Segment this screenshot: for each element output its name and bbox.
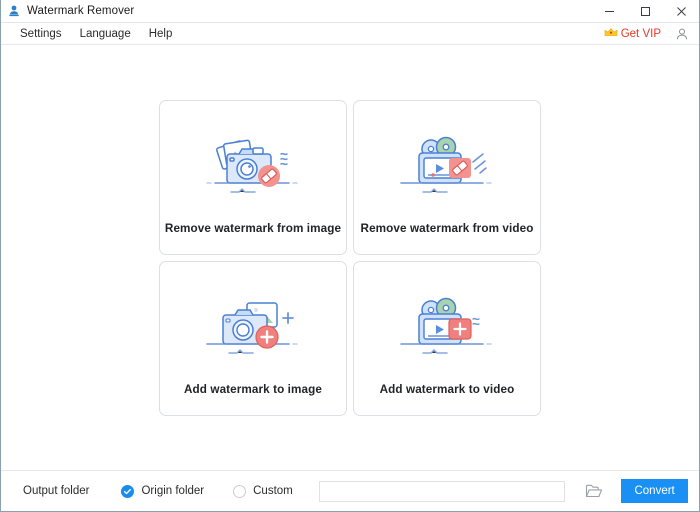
menu-items: Settings Language Help: [1, 26, 181, 42]
bottom-toolbar: Output folder Origin folder Custom Conve…: [1, 470, 699, 511]
output-folder-label: Output folder: [23, 485, 90, 497]
card-title: Remove watermark from image: [164, 222, 342, 235]
output-folder-options: Origin folder Custom: [121, 484, 293, 498]
radio-origin-folder[interactable]: Origin folder: [121, 484, 205, 498]
card-title: Add watermark to video: [379, 383, 515, 396]
feature-cards-grid: Remove watermark from image Remove water…: [159, 100, 541, 416]
convert-button[interactable]: Convert: [621, 479, 688, 503]
folder-open-icon[interactable]: [583, 479, 604, 503]
menu-item-settings[interactable]: Settings: [11, 26, 71, 42]
account-person-icon[interactable]: [671, 24, 693, 44]
crown-icon: [604, 25, 618, 43]
get-vip-button[interactable]: Get VIP: [604, 25, 661, 43]
card-remove-watermark-from-video[interactable]: Remove watermark from video: [353, 100, 541, 255]
video-player-eraser-icon: [372, 131, 522, 201]
card-title: Add watermark to image: [184, 383, 322, 396]
menu-bar-right: Get VIP: [604, 23, 693, 45]
camera-photo-plus-icon: [178, 292, 328, 362]
output-path-input[interactable]: [318, 480, 565, 502]
video-player-plus-icon: [372, 292, 522, 362]
card-remove-watermark-from-image[interactable]: Remove watermark from image: [159, 100, 347, 255]
title-bar: Watermark Remover: [1, 0, 699, 23]
maximize-button[interactable]: [627, 0, 663, 23]
menu-item-help[interactable]: Help: [140, 26, 182, 42]
menu-item-language[interactable]: Language: [71, 26, 140, 42]
main-content: Remove watermark from image Remove water…: [1, 45, 699, 470]
window-controls: [591, 0, 699, 23]
radio-custom-folder-indicator: [233, 484, 247, 498]
window-title: Watermark Remover: [27, 5, 135, 17]
card-add-watermark-to-video[interactable]: Add watermark to video: [353, 261, 541, 416]
title-bar-left: Watermark Remover: [1, 4, 134, 18]
close-button[interactable]: [663, 0, 699, 23]
app-window: Watermark Remover Settings Language Help: [0, 0, 700, 512]
radio-custom-folder[interactable]: Custom: [233, 484, 293, 498]
user-stamp-icon: [7, 4, 21, 18]
get-vip-label: Get VIP: [620, 28, 661, 40]
minimize-button[interactable]: [591, 0, 627, 23]
radio-origin-folder-indicator: [121, 484, 135, 498]
radio-custom-folder-label: Custom: [253, 485, 293, 497]
camera-photo-eraser-icon: [178, 131, 328, 201]
card-title: Remove watermark from video: [360, 222, 534, 235]
menu-bar: Settings Language Help Get VIP: [1, 23, 699, 45]
radio-origin-folder-label: Origin folder: [141, 485, 205, 497]
card-add-watermark-to-image[interactable]: Add watermark to image: [159, 261, 347, 416]
